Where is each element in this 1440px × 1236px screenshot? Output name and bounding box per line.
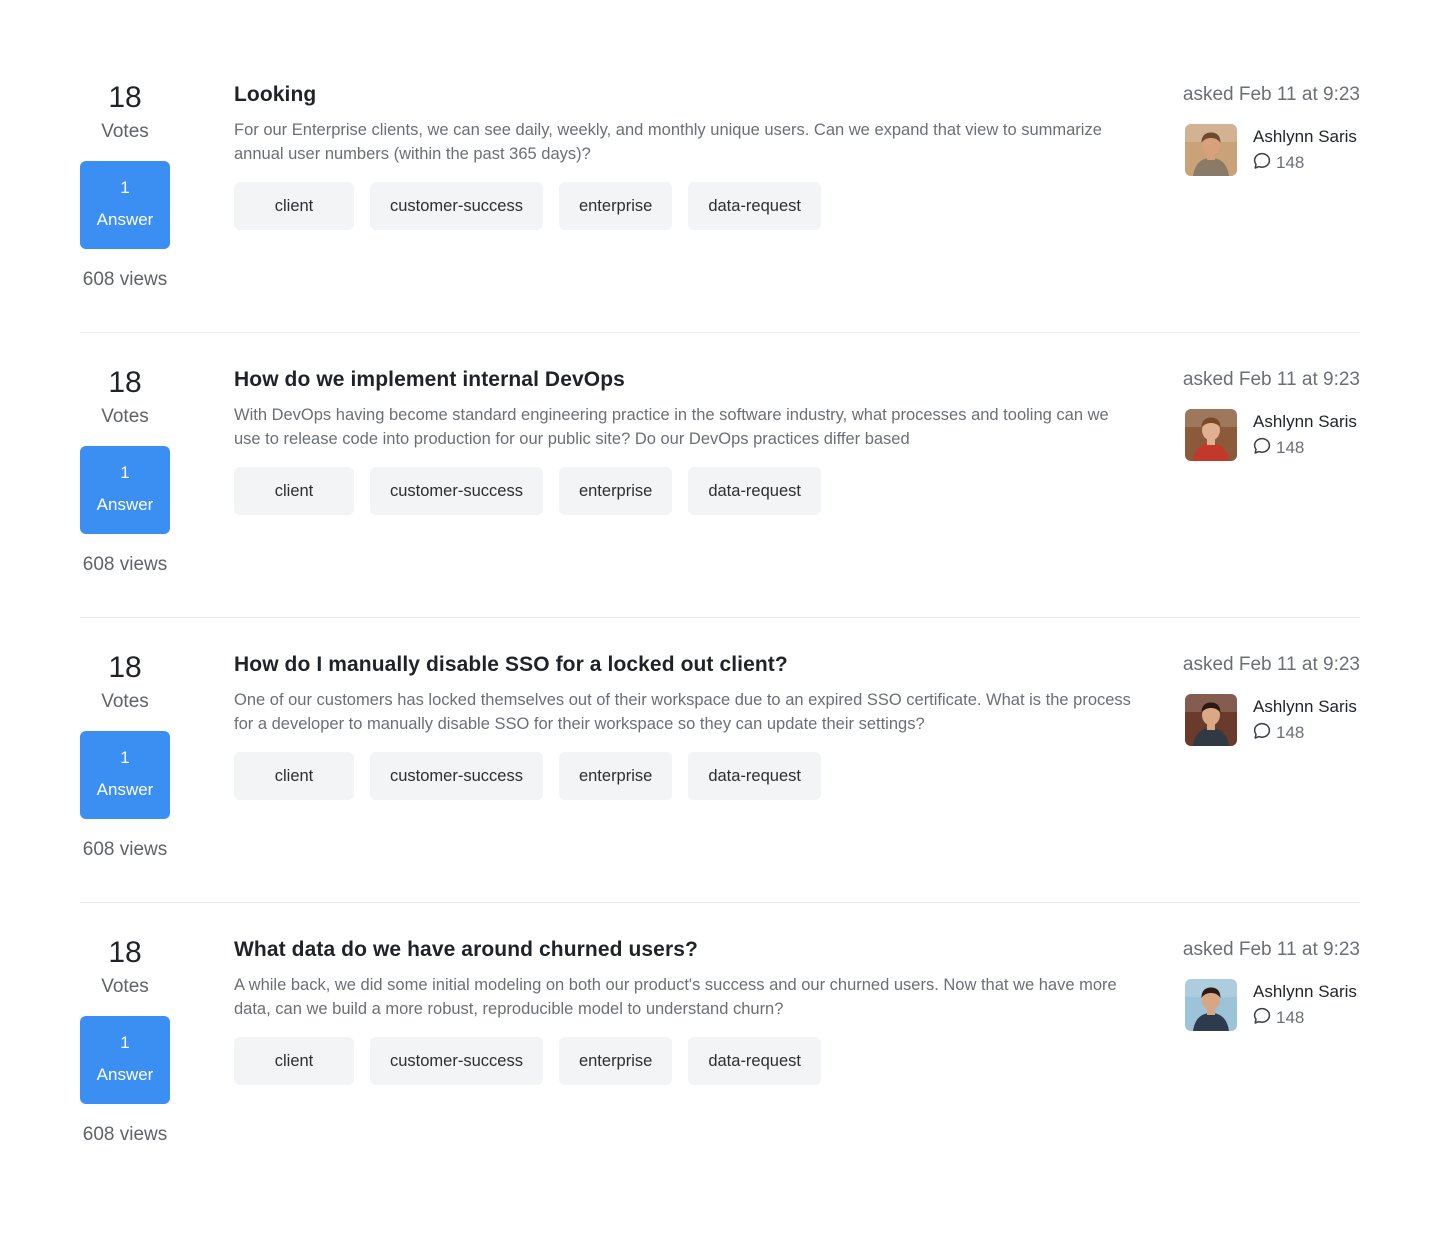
author-name[interactable]: Ashlynn Saris	[1253, 126, 1357, 148]
tag-data-request[interactable]: data-request	[688, 182, 821, 230]
votes-label: Votes	[101, 406, 149, 427]
answers-button[interactable]: 1 Answer	[80, 1016, 170, 1104]
question-stats: 18 Votes 1 Answer 608 views	[80, 365, 170, 577]
tag-data-request[interactable]: data-request	[688, 467, 821, 515]
reputation-count: 148	[1276, 153, 1305, 172]
answers-button[interactable]: 1 Answer	[80, 731, 170, 819]
question-row: 18 Votes 1 Answer 608 views Looking For …	[80, 48, 1360, 333]
answers-button[interactable]: 1 Answer	[80, 446, 170, 534]
tag-customer-success[interactable]: customer-success	[370, 467, 543, 515]
views-count: 608 views	[82, 839, 168, 860]
tag-customer-success[interactable]: customer-success	[370, 1037, 543, 1085]
votes-count: 18	[108, 651, 142, 684]
author-name[interactable]: Ashlynn Saris	[1253, 696, 1357, 718]
question-excerpt: One of our customers has locked themselv…	[234, 691, 1131, 733]
answers-button[interactable]: 1 Answer	[80, 161, 170, 249]
answers-count: 1	[120, 1033, 130, 1052]
question-excerpt: For our Enterprise clients, we can see d…	[234, 121, 1102, 163]
answers-count: 1	[120, 748, 130, 767]
author-card: Ashlynn Saris 148	[1185, 979, 1360, 1031]
author-avatar[interactable]	[1185, 409, 1237, 461]
question-row: 18 Votes 1 Answer 608 views How do we im…	[80, 333, 1360, 618]
tag-list: client customer-success enterprise data-req…	[234, 467, 1134, 515]
author-name[interactable]: Ashlynn Saris	[1253, 981, 1357, 1003]
votes-count: 18	[108, 81, 142, 114]
reputation-count: 148	[1276, 1008, 1305, 1027]
tag-customer-success[interactable]: customer-success	[370, 182, 543, 230]
votes-label: Votes	[101, 691, 149, 712]
question-title-link[interactable]: Looking	[234, 82, 1134, 108]
tag-client[interactable]: client	[234, 752, 354, 800]
asked-timestamp: asked Feb 11 at 9:23	[1182, 84, 1360, 105]
comment-bubble-icon	[1253, 152, 1271, 175]
reputation-count: 148	[1276, 438, 1305, 457]
question-title-link[interactable]: How do I manually disable SSO for a lock…	[234, 652, 1134, 678]
author-card: Ashlynn Saris 148	[1185, 694, 1360, 746]
tag-client[interactable]: client	[234, 1037, 354, 1085]
question-content: How do I manually disable SSO for a lock…	[234, 652, 1134, 800]
question-meta: asked Feb 11 at 9:23 Ashlynn Saris 148	[1170, 367, 1360, 461]
question-row: 18 Votes 1 Answer 608 views What data do…	[80, 903, 1360, 1188]
tag-customer-success[interactable]: customer-success	[370, 752, 543, 800]
question-stats: 18 Votes 1 Answer 608 views	[80, 650, 170, 862]
views-count: 608 views	[82, 269, 168, 290]
asked-timestamp: asked Feb 11 at 9:23	[1182, 654, 1360, 675]
question-stats: 18 Votes 1 Answer 608 views	[80, 80, 170, 292]
tag-data-request[interactable]: data-request	[688, 752, 821, 800]
votes-count: 18	[108, 936, 142, 969]
question-title-link[interactable]: What data do we have around churned user…	[234, 937, 1134, 963]
answers-count: 1	[120, 463, 130, 482]
author-avatar[interactable]	[1185, 124, 1237, 176]
question-excerpt: With DevOps having become standard engin…	[234, 406, 1109, 448]
author-reputation: 148	[1253, 722, 1304, 744]
reputation-count: 148	[1276, 723, 1305, 742]
tag-list: client customer-success enterprise data-req…	[234, 1037, 1134, 1085]
answers-label: Answer	[96, 1065, 154, 1084]
votes-label: Votes	[101, 121, 149, 142]
votes-label: Votes	[101, 976, 149, 997]
answers-label: Answer	[96, 210, 154, 229]
author-card: Ashlynn Saris 148	[1185, 409, 1360, 461]
author-reputation: 148	[1253, 1007, 1304, 1029]
question-meta: asked Feb 11 at 9:23 Ashlynn Saris 148	[1170, 937, 1360, 1031]
question-excerpt: A while back, we did some initial modeli…	[234, 976, 1117, 1018]
answers-count: 1	[120, 178, 130, 197]
asked-timestamp: asked Feb 11 at 9:23	[1182, 939, 1360, 960]
answers-label: Answer	[96, 780, 154, 799]
author-name[interactable]: Ashlynn Saris	[1253, 411, 1357, 433]
author-avatar[interactable]	[1185, 694, 1237, 746]
tag-enterprise[interactable]: enterprise	[558, 182, 673, 230]
question-content: How do we implement internal DevOps With…	[234, 367, 1134, 515]
tag-list: client customer-success enterprise data-req…	[234, 182, 1134, 230]
question-title-link[interactable]: How do we implement internal DevOps	[234, 367, 1134, 393]
tag-client[interactable]: client	[234, 467, 354, 515]
views-count: 608 views	[82, 554, 168, 575]
question-meta: asked Feb 11 at 9:23 Ashlynn Saris 148	[1170, 82, 1360, 176]
tag-enterprise[interactable]: enterprise	[558, 752, 673, 800]
question-content: Looking For our Enterprise clients, we c…	[234, 82, 1134, 230]
comment-bubble-icon	[1253, 1007, 1271, 1030]
comment-bubble-icon	[1253, 437, 1271, 460]
question-list: 18 Votes 1 Answer 608 views Looking For …	[80, 48, 1360, 1188]
views-count: 608 views	[82, 1124, 168, 1145]
author-avatar[interactable]	[1185, 979, 1237, 1031]
comment-bubble-icon	[1253, 722, 1271, 745]
tag-list: client customer-success enterprise data-req…	[234, 752, 1134, 800]
author-reputation: 148	[1253, 437, 1304, 459]
tag-client[interactable]: client	[234, 182, 354, 230]
question-meta: asked Feb 11 at 9:23 Ashlynn Saris 148	[1170, 652, 1360, 746]
answers-label: Answer	[96, 495, 154, 514]
question-stats: 18 Votes 1 Answer 608 views	[80, 935, 170, 1147]
tag-enterprise[interactable]: enterprise	[558, 467, 673, 515]
votes-count: 18	[108, 366, 142, 399]
tag-enterprise[interactable]: enterprise	[558, 1037, 673, 1085]
author-card: Ashlynn Saris 148	[1185, 124, 1360, 176]
tag-data-request[interactable]: data-request	[688, 1037, 821, 1085]
author-reputation: 148	[1253, 152, 1304, 174]
asked-timestamp: asked Feb 11 at 9:23	[1182, 369, 1360, 390]
question-content: What data do we have around churned user…	[234, 937, 1134, 1085]
question-row: 18 Votes 1 Answer 608 views How do I man…	[80, 618, 1360, 903]
